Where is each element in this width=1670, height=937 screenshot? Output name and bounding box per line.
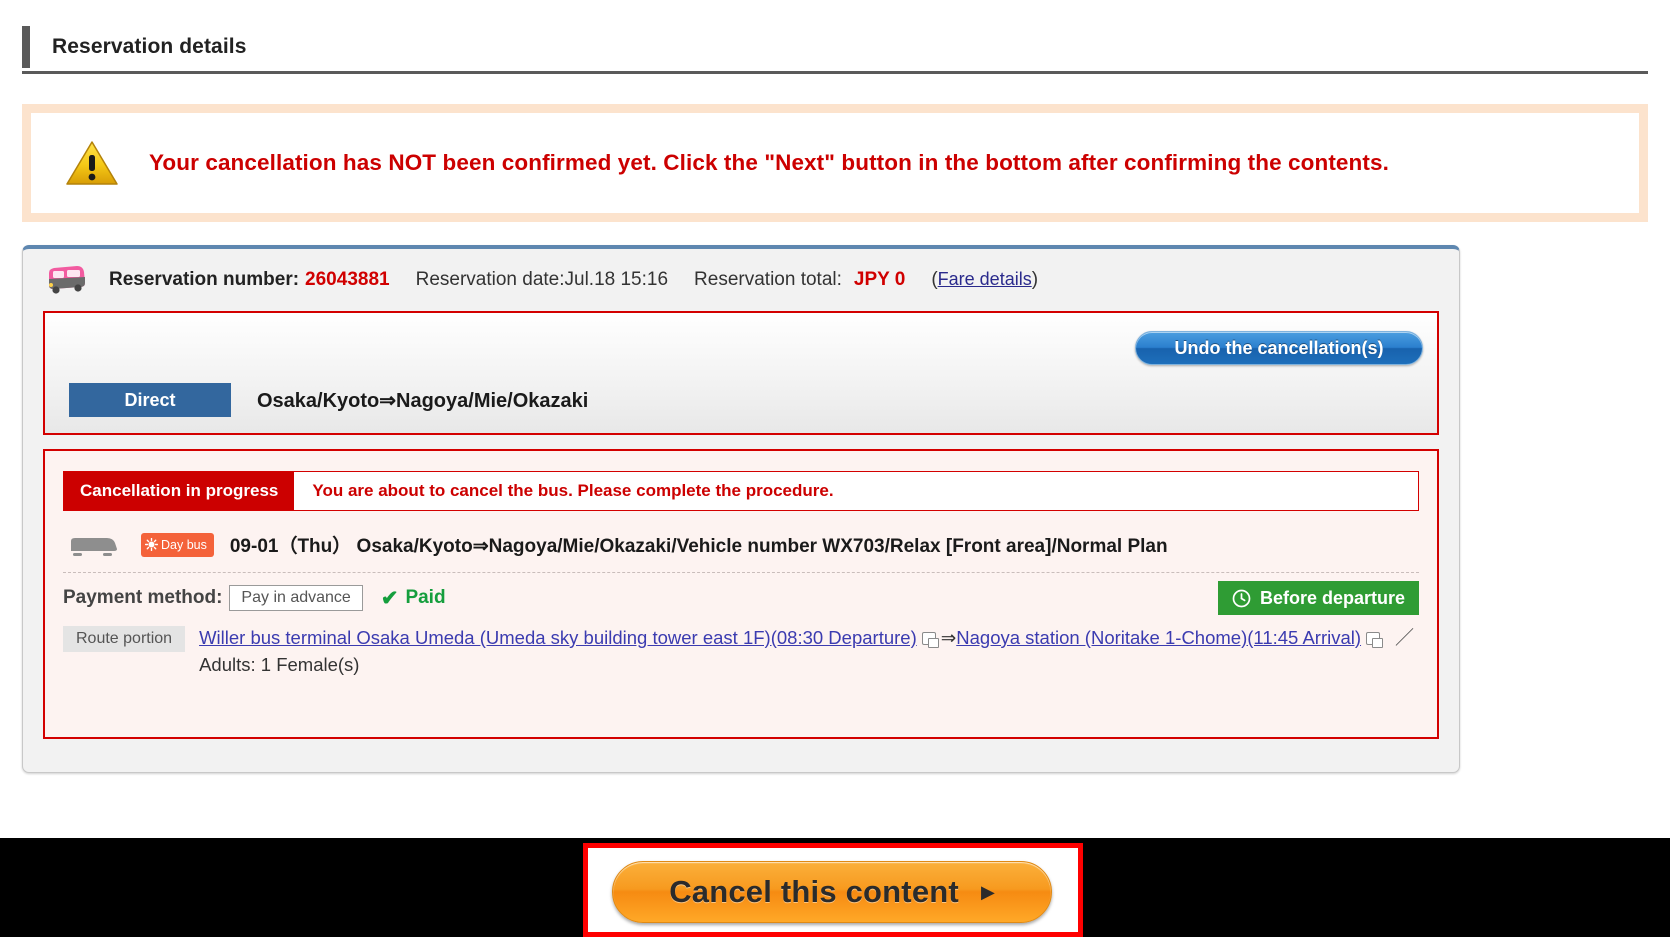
warning-banner-inner: Your cancellation has NOT been confirmed… (31, 113, 1639, 213)
direct-route-text: Osaka/Kyoto⇒Nagoya/Mie/Okazaki (257, 389, 589, 412)
route-arrow: ⇒ (940, 627, 957, 648)
reservation-total-value: JPY 0 (853, 269, 906, 290)
cta-highlight-box: Cancel this content ▶ (583, 843, 1083, 937)
reservation-card: Reservation number: 26043881 Reservation… (22, 245, 1460, 773)
popup-window-icon-2[interactable] (1366, 632, 1384, 648)
trip-details-text: 09-01（Thu） Osaka/Kyoto⇒Nagoya/Mie/Okazak… (229, 536, 1168, 557)
divider (63, 572, 1419, 573)
direct-route-row: Direct Osaka/Kyoto⇒Nagoya/Mie/Okazaki (69, 383, 588, 417)
reservation-number-label: Reservation number: (109, 269, 300, 290)
reservation-number-value: 26043881 (305, 269, 390, 290)
page-title: Reservation details (52, 34, 247, 58)
before-departure-label: Before departure (1259, 587, 1405, 608)
trailing-slash: ／ (1395, 628, 1415, 649)
direct-badge: Direct (69, 383, 231, 417)
trip-row: Day bus 09-01（Thu） Osaka/Kyoto⇒Nagoya/Mi… (63, 531, 1419, 558)
fare-paren-close: ) (1031, 269, 1039, 290)
day-bus-label: Day bus (161, 537, 207, 552)
cancellation-status-row: Cancellation in progress You are about t… (63, 471, 1419, 511)
departure-stop-link[interactable]: Willer bus terminal Osaka Umeda (Umeda s… (199, 627, 917, 648)
route-portion-links: Willer bus terminal Osaka Umeda (Umeda s… (199, 625, 1414, 678)
warning-banner: Your cancellation has NOT been confirmed… (22, 104, 1648, 222)
status-badge: Cancellation in progress (64, 472, 295, 510)
payment-method-value: Pay in advance (229, 585, 363, 611)
cta-label: Cancel this content (669, 874, 959, 909)
cancel-this-content-button[interactable]: Cancel this content ▶ (612, 861, 1052, 923)
chevron-right-icon: ▶ (980, 881, 995, 902)
undo-cancellation-button[interactable]: Undo the cancellation(s) (1135, 331, 1423, 365)
reservation-summary: Reservation number: 26043881 Reservation… (109, 269, 1038, 291)
page-header: Reservation details (22, 22, 1648, 74)
route-summary-box: Undo the cancellation(s) Direct Osaka/Ky… (43, 311, 1439, 435)
pink-bus-icon (43, 263, 89, 297)
reservation-date: Reservation date:Jul.18 15:16 (415, 269, 669, 290)
sun-icon (145, 538, 158, 551)
header-accent-bar (22, 25, 30, 68)
route-portion-chip: Route portion (63, 626, 186, 652)
cancellation-box: Cancellation in progress You are about t… (43, 449, 1439, 739)
fare-details-link[interactable]: Fare details (938, 269, 1032, 290)
passenger-count: Adults: 1 Female(s) (199, 654, 360, 675)
warning-message: Your cancellation has NOT been confirmed… (149, 150, 1389, 175)
status-message: You are about to cancel the bus. Please … (312, 481, 834, 500)
payment-method-label: Payment method: (63, 587, 223, 608)
clock-icon (1232, 589, 1251, 607)
check-icon: ✔ (380, 586, 399, 610)
grey-bus-icon (69, 533, 121, 557)
payment-row: Payment method: Pay in advance ✔ Paid Be… (63, 581, 1419, 615)
reservation-card-header: Reservation number: 26043881 Reservation… (23, 249, 1459, 311)
reservation-total-label: Reservation total: (694, 269, 842, 290)
day-bus-badge: Day bus (141, 532, 214, 557)
paid-label: Paid (405, 587, 446, 608)
popup-window-icon[interactable] (921, 632, 939, 648)
route-portion-row: Route portion Willer bus terminal Osaka … (63, 625, 1419, 678)
before-departure-badge: Before departure (1217, 581, 1419, 615)
arrival-stop-link[interactable]: Nagoya station (Noritake 1-Chome)(11:45 … (956, 627, 1361, 648)
warning-triangle-icon (65, 139, 119, 187)
